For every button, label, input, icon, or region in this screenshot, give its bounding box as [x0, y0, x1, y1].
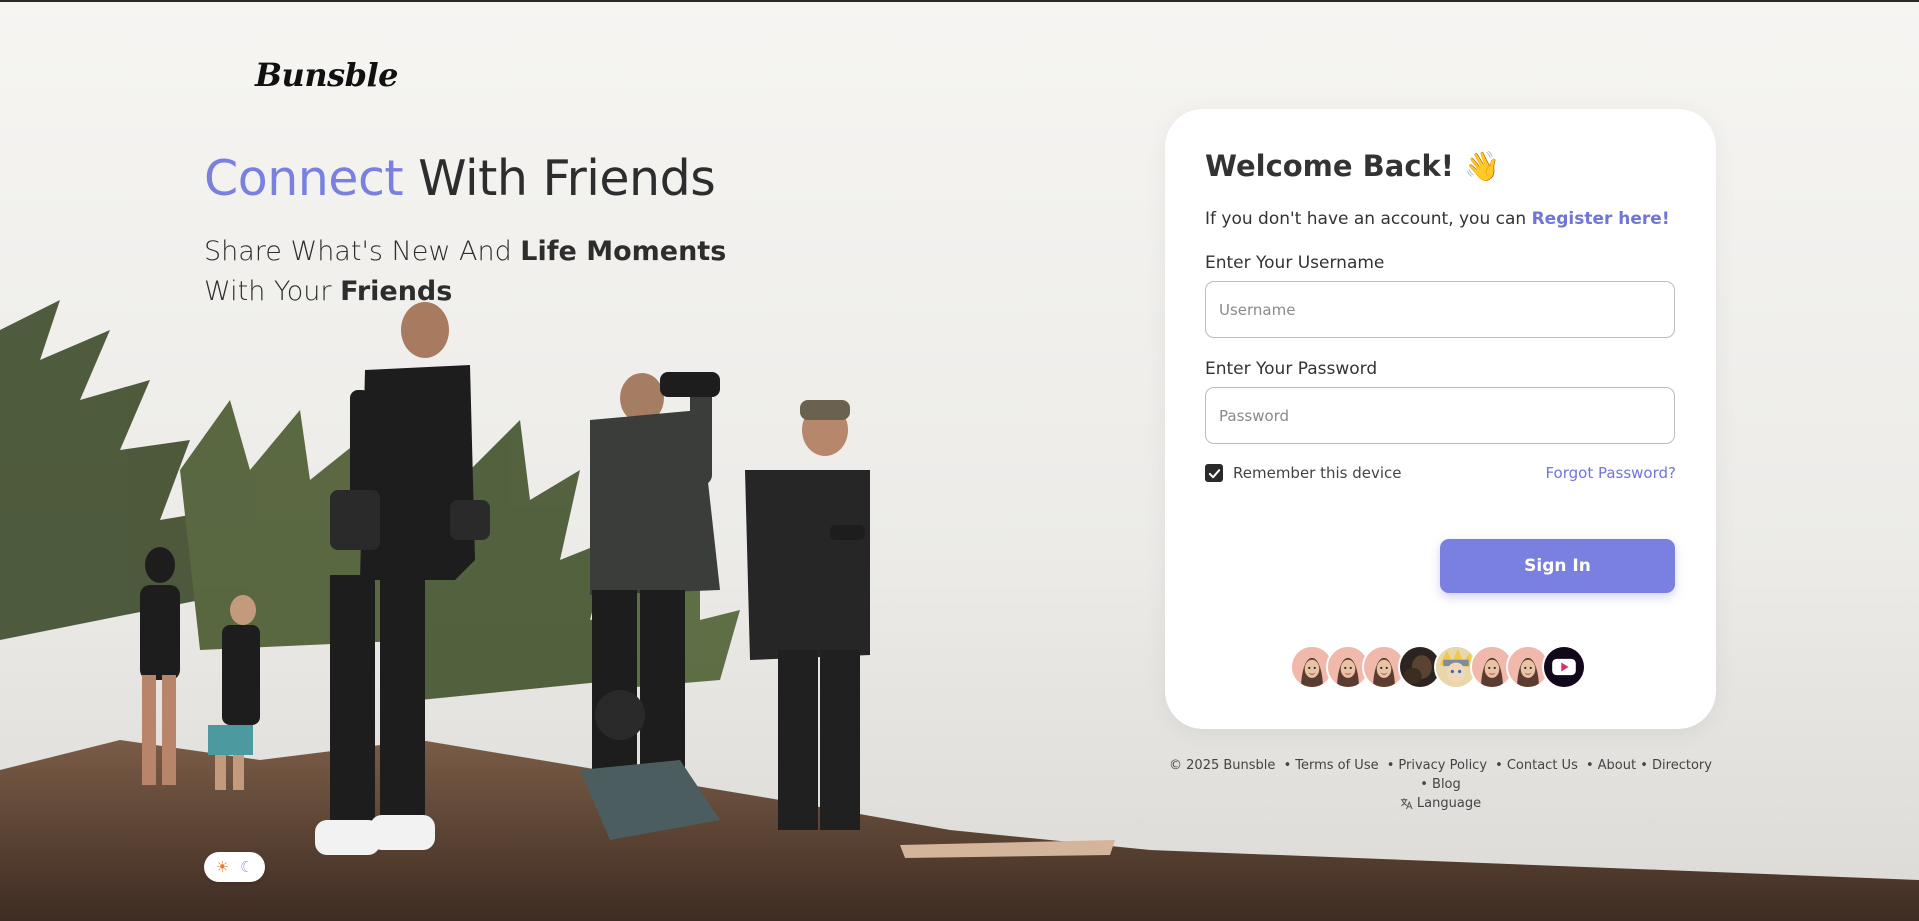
register-prompt-text: If you don't have an account, you can [1205, 209, 1532, 229]
hero-title-accent: Connect [204, 150, 404, 207]
hero-sub-bold-2: Friends [340, 276, 453, 307]
translate-icon [1400, 798, 1413, 810]
hero-sub-part-2: With Your [204, 276, 341, 307]
footer-separator: • [1640, 758, 1648, 773]
brand-logo[interactable]: Bunsble [255, 56, 398, 94]
hero-subtitle: Share What's New And Life Moments With Y… [204, 232, 784, 312]
remember-label: Remember this device [1233, 464, 1402, 482]
hero-title-rest: With Friends [403, 150, 716, 207]
login-card: Welcome Back! 👋 If you don't have an acc… [1165, 109, 1716, 729]
footer-separator: • [1420, 777, 1428, 792]
footer-link-directory[interactable]: Directory [1652, 758, 1712, 773]
footer-language-row: Language [1165, 794, 1716, 816]
footer: © 2025 Bunsble • Terms of Use • Privacy Po… [1165, 756, 1716, 816]
welcome-heading-text: Welcome Back! [1205, 149, 1455, 183]
hero-sub-bold-1: Life Moments [520, 236, 727, 267]
hero-sub-part-1: Share What's New And [204, 236, 521, 267]
footer-separator: • [1386, 758, 1395, 773]
password-input[interactable] [1205, 387, 1675, 444]
footer-link-about[interactable]: About [1598, 758, 1636, 773]
password-label: Enter Your Password [1205, 359, 1378, 379]
language-label: Language [1416, 796, 1482, 811]
waving-hand-icon: 👋 [1464, 149, 1501, 183]
forgot-password-link[interactable]: Forgot Password? [1545, 464, 1676, 482]
top-border [0, 0, 1919, 2]
moon-icon: ☾ [240, 857, 254, 876]
footer-links-row: © 2025 Bunsble • Terms of Use • Privacy Po… [1165, 756, 1716, 775]
username-label: Enter Your Username [1205, 253, 1385, 273]
sign-in-button[interactable]: Sign In [1440, 539, 1675, 593]
footer-link-privacy[interactable]: Privacy Policy [1398, 758, 1487, 773]
footer-separator: • [1585, 758, 1594, 773]
hero-title: Connect With Friends [204, 150, 716, 207]
recent-avatars [1290, 645, 1586, 689]
sun-icon: ☀ [215, 857, 229, 876]
footer-link-contact[interactable]: Contact Us [1507, 758, 1578, 773]
footer-link-terms[interactable]: Terms of Use [1295, 758, 1378, 773]
username-input[interactable] [1205, 281, 1675, 338]
footer-separator: • [1283, 758, 1292, 773]
checkmark-icon [1208, 468, 1220, 478]
register-prompt: If you don't have an account, you can Re… [1205, 209, 1670, 229]
remember-checkbox[interactable] [1205, 464, 1223, 482]
copyright: © 2025 Bunsble [1169, 758, 1276, 773]
footer-blog-row: • Blog [1165, 775, 1716, 794]
footer-link-blog[interactable]: Blog [1432, 777, 1461, 792]
language-selector[interactable]: Language [1400, 794, 1481, 813]
video-logo-avatar-image [1544, 647, 1584, 687]
register-link[interactable]: Register here! [1532, 209, 1670, 229]
avatar-8[interactable] [1542, 645, 1586, 689]
theme-toggle[interactable]: ☀ ☾ [204, 852, 265, 882]
welcome-heading: Welcome Back! 👋 [1205, 149, 1500, 184]
remember-device: Remember this device [1205, 464, 1402, 482]
footer-separator: • [1495, 758, 1503, 773]
